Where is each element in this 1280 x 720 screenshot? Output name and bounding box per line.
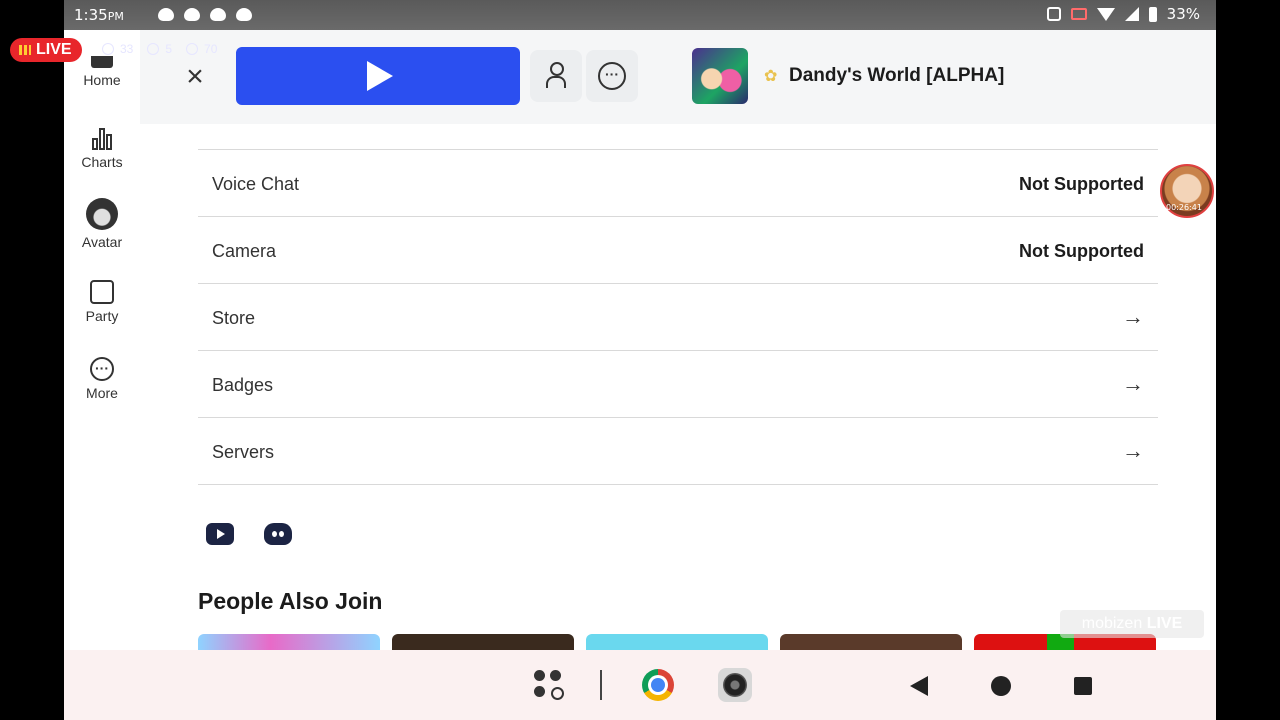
likes-stat: 5: [147, 42, 172, 56]
discord-notification-icon: [158, 8, 174, 21]
row-label: Badges: [212, 375, 274, 395]
sidebar-item-charts[interactable]: Charts: [64, 128, 140, 170]
row-servers[interactable]: Servers →: [198, 418, 1158, 485]
game-title: Dandy's World [ALPHA]: [789, 65, 1005, 86]
device-screen: 1:35PM 33% Home Charts Avatar Party ··· …: [64, 0, 1216, 720]
apps-dot-shape: [534, 670, 545, 681]
discord-notification-icon: [210, 8, 226, 21]
sidebar-item-avatar[interactable]: Avatar: [64, 198, 140, 250]
sidebar-item-label: Home: [83, 72, 121, 88]
sidebar-item-home[interactable]: Home: [64, 56, 140, 88]
recommended-games-row: [198, 634, 1156, 650]
game-card[interactable]: [392, 634, 574, 650]
home-icon: [91, 56, 113, 68]
chart-bar-shape: [92, 138, 98, 150]
apps-dot-shape: [534, 686, 545, 697]
recording-time: 00:26:41: [1166, 203, 1202, 212]
battery-icon: [1148, 6, 1157, 22]
notification-icons: [158, 8, 252, 21]
row-badges[interactable]: Badges →: [198, 351, 1158, 418]
row-label: Camera: [212, 241, 277, 261]
charts-icon: [91, 128, 113, 150]
sidebar-item-more[interactable]: ··· More: [64, 357, 140, 401]
ellipsis-icon: ···: [598, 62, 626, 90]
section-title: People Also Join: [198, 588, 383, 614]
floating-recorder-bubble[interactable]: 00:26:41: [1160, 164, 1214, 218]
arrow-right-icon: →: [1122, 438, 1144, 463]
comments-stat: 70: [186, 42, 217, 56]
camera-app-icon[interactable]: [718, 668, 752, 702]
game-card[interactable]: [198, 634, 380, 650]
status-ampm: PM: [107, 10, 124, 23]
more-notifications-dot: [240, 12, 245, 17]
comments-count: 70: [204, 42, 218, 56]
mobizen-watermark: mobizen LIVE: [1060, 610, 1204, 638]
arrow-right-icon: →: [1122, 371, 1144, 396]
status-right: 33%: [1046, 5, 1200, 23]
cast-icon: [1070, 8, 1087, 20]
back-icon[interactable]: [910, 676, 928, 696]
sidebar-item-label: More: [86, 385, 118, 401]
divider: [600, 670, 602, 700]
close-button[interactable]: ×: [180, 62, 210, 92]
play-button[interactable]: [236, 47, 520, 105]
more-icon: ···: [90, 357, 114, 381]
invite-icon: [546, 62, 566, 88]
flower-icon: ✿: [764, 68, 778, 85]
chart-bar-shape: [99, 128, 105, 150]
row-value: Not Supported: [1019, 174, 1144, 194]
chrome-icon[interactable]: [642, 669, 674, 701]
comment-icon: [186, 43, 199, 55]
watermark-brand: LIVE: [1146, 615, 1183, 632]
game-thumbnail[interactable]: [692, 48, 748, 104]
live-stats: 33 5 70: [102, 42, 217, 56]
social-links: [206, 523, 292, 545]
sidebar-item-label: Party: [85, 308, 119, 324]
row-label: Voice Chat: [212, 174, 300, 194]
heart-icon: [147, 43, 160, 55]
sidebar-item-label: Charts: [81, 154, 123, 170]
avatar-icon: [86, 198, 118, 230]
home-button-icon[interactable]: [991, 676, 1011, 696]
recent-apps-icon[interactable]: [1074, 677, 1092, 695]
row-label: Servers: [212, 442, 275, 462]
row-label: Store: [212, 308, 256, 328]
row-store[interactable]: Store →: [198, 284, 1158, 351]
discord-notification-icon: [184, 8, 200, 21]
sidebar: Home Charts Avatar Party ··· More: [64, 30, 140, 650]
status-time-value: 1:35: [74, 6, 108, 24]
app-search-icon[interactable]: [534, 670, 568, 702]
viewers-count: 33: [120, 42, 134, 56]
more-options-button[interactable]: ···: [586, 50, 638, 102]
play-icon: [367, 61, 393, 91]
arrow-right-icon: →: [1122, 304, 1144, 329]
youtube-icon[interactable]: [206, 523, 234, 545]
row-voice-chat: Voice Chat Not Supported: [198, 150, 1158, 217]
viewers-stat: 33: [102, 42, 133, 56]
sidebar-item-party[interactable]: Party: [64, 280, 140, 324]
live-badge: LIVE: [10, 38, 82, 62]
person-icon: [102, 43, 114, 55]
android-navigation-bar: [64, 650, 1216, 720]
invite-friends-button[interactable]: [530, 50, 582, 102]
party-icon: [90, 280, 114, 304]
chart-bar-shape: [106, 134, 112, 150]
row-camera: Camera Not Supported: [198, 217, 1158, 284]
discord-icon[interactable]: [264, 523, 292, 545]
wifi-icon: [1096, 7, 1115, 21]
status-bar: 1:35PM 33%: [64, 0, 1216, 30]
search-shape: [551, 687, 564, 700]
watermark-text: mobizen: [1081, 615, 1143, 632]
game-card[interactable]: [586, 634, 768, 650]
mute-icon: [1046, 7, 1061, 21]
battery-percent: 33%: [1166, 5, 1200, 23]
sidebar-item-label: Avatar: [81, 234, 123, 250]
apps-dot-shape: [550, 670, 561, 681]
signal-icon: [1124, 7, 1139, 21]
row-value: Not Supported: [1019, 241, 1144, 261]
list-row-partial: [198, 124, 1158, 150]
status-time: 1:35PM: [74, 6, 124, 24]
game-card[interactable]: [780, 634, 962, 650]
likes-count: 5: [165, 42, 173, 56]
